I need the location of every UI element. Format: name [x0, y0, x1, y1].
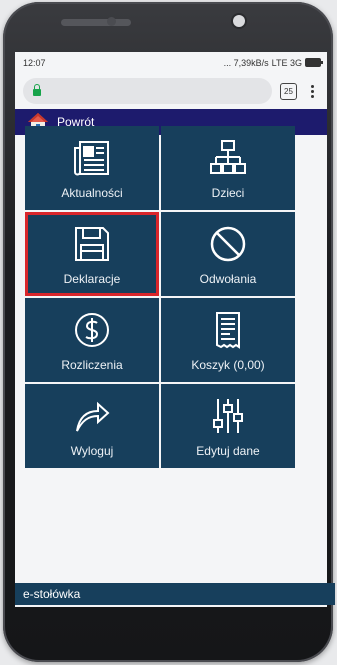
tile-aktualnosci[interactable]: Aktualności [25, 126, 159, 210]
phone-camera [233, 15, 245, 27]
status-indicators: ... 7,39kB/s LTE 3G [223, 57, 323, 68]
org-chart-icon [210, 140, 246, 174]
app-footer: e-stołówka [15, 583, 335, 605]
tile-wyloguj[interactable]: Wyloguj [25, 384, 159, 468]
address-bar[interactable] [23, 78, 272, 104]
dollar-coin-icon [75, 313, 109, 347]
newspaper-icon [74, 141, 109, 176]
phone-speaker [61, 19, 131, 26]
more-vert-icon[interactable] [305, 84, 319, 98]
sliders-icon [213, 399, 243, 433]
share-arrow-icon [76, 401, 110, 432]
tile-label: Wyloguj [70, 444, 114, 458]
battery-icon [305, 58, 323, 67]
status-time: 12:07 [23, 57, 46, 68]
lock-icon [33, 84, 41, 96]
tabs-button[interactable]: 25 [280, 82, 297, 100]
prohibited-icon [210, 226, 246, 262]
tile-label: Deklaracje [63, 272, 121, 286]
network-type: LTE 3G [271, 57, 302, 68]
receipt-icon [216, 312, 240, 349]
phone-sensor [107, 17, 116, 26]
tile-label: Rozliczenia [61, 358, 123, 372]
tile-rozliczenia[interactable]: Rozliczenia [25, 298, 159, 382]
tile-deklaracje[interactable]: Deklaracje [25, 212, 159, 296]
tile-odwolania[interactable]: Odwołania [161, 212, 295, 296]
footer-text: e-stołówka [23, 587, 81, 601]
browser-toolbar: 25 [15, 73, 327, 109]
tile-label: Aktualności [61, 186, 123, 200]
tile-label: Odwołania [199, 272, 257, 286]
tile-label: Dzieci [211, 186, 245, 200]
tile-label: Edytuj dane [196, 444, 260, 458]
tile-dzieci[interactable]: Dzieci [161, 126, 295, 210]
status-bar: 12:07 ... 7,39kB/s LTE 3G [15, 52, 327, 73]
floppy-disk-icon [75, 227, 109, 261]
network-speed: ... 7,39kB/s [223, 57, 269, 68]
tile-koszyk[interactable]: Koszyk (0,00) [161, 298, 295, 382]
tile-label: Koszyk (0,00) [191, 358, 265, 372]
menu-grid: Aktualności Dzieci Deklaracje Odwołania [25, 126, 295, 468]
tile-edytuj-dane[interactable]: Edytuj dane [161, 384, 295, 468]
phone-bottom-bezel [15, 607, 327, 647]
